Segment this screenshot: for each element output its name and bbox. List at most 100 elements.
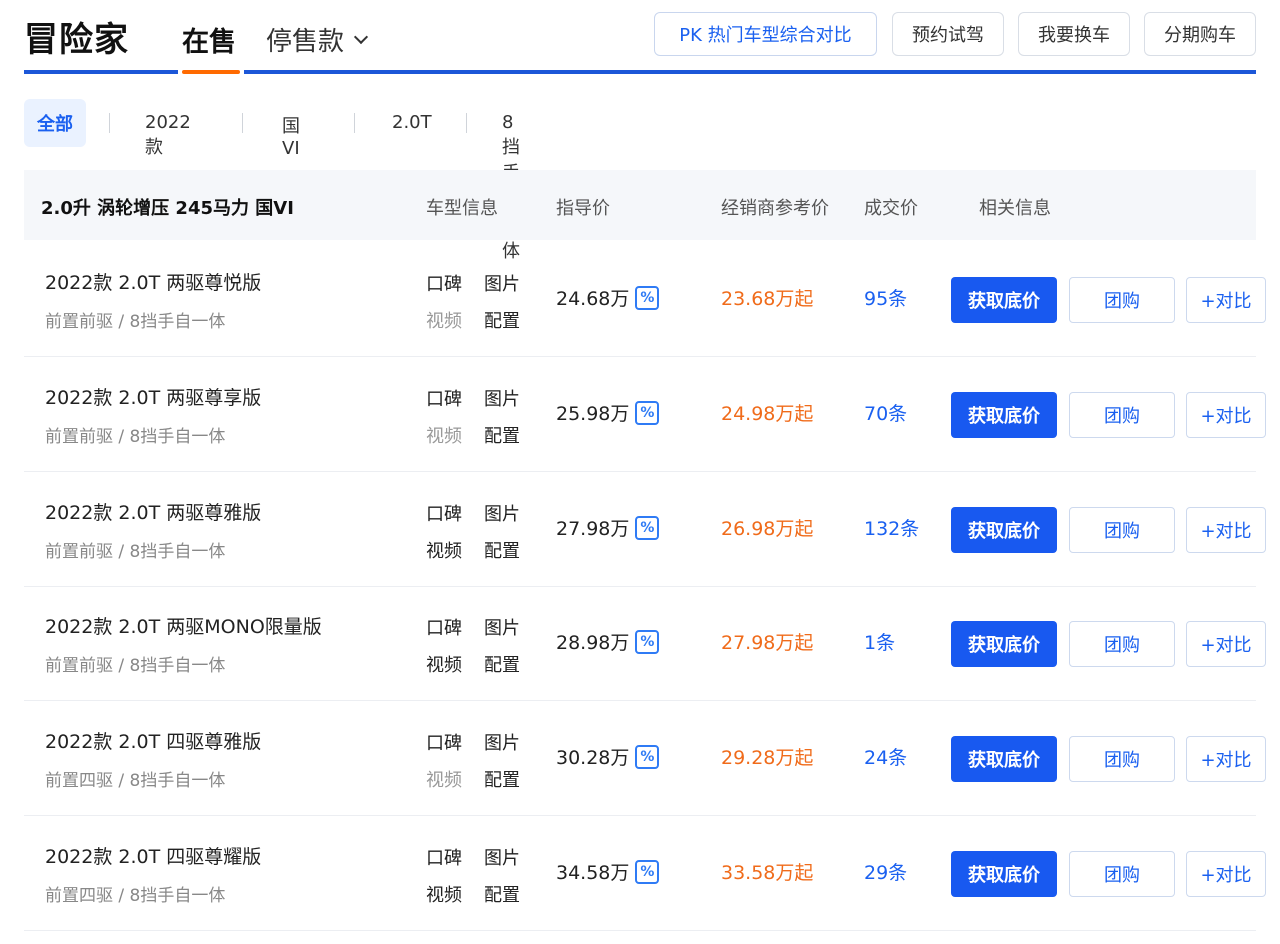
config-link[interactable]: 配置 (484, 766, 520, 792)
filter-bar: 全部 2022款 国VI 2.0T 8挡手自一体 (24, 98, 520, 262)
loan-calculator-icon[interactable]: % (635, 744, 660, 769)
add-compare-button[interactable]: +对比 (1186, 507, 1266, 553)
loan-calculator-icon[interactable]: % (635, 515, 660, 540)
col-deal-price: 成交价 (864, 198, 918, 219)
table-row: 2022款 2.0T 四驱尊雅版前置四驱 / 8挡手自一体 口碑 图片 视频 配置 30.… (24, 701, 1266, 816)
add-compare-button[interactable]: +对比 (1186, 851, 1266, 897)
filter-engine[interactable]: 2.0T (392, 112, 432, 133)
msrp-price: 24.68万% (556, 284, 660, 311)
deal-count[interactable]: 70条 (864, 399, 907, 426)
config-link[interactable]: 配置 (484, 422, 520, 448)
trim-name[interactable]: 2022款 2.0T 两驱尊悦版 (45, 268, 261, 295)
koubei-link[interactable]: 口碑 (426, 500, 462, 526)
filter-separator (242, 113, 243, 133)
video-link[interactable]: 视频 (426, 422, 462, 448)
test-drive-button[interactable]: 预约试驾 (892, 12, 1004, 56)
trim-name[interactable]: 2022款 2.0T 两驱MONO限量版 (45, 612, 322, 639)
table-header: 2.0升 涡轮增压 245马力 国VI 车型信息 指导价 经销商参考价 成交价 … (24, 170, 1256, 240)
koubei-link[interactable]: 口碑 (426, 729, 462, 755)
get-lowest-price-button[interactable]: 获取底价 (951, 507, 1057, 553)
deal-count[interactable]: 1条 (864, 628, 895, 655)
group-buy-button[interactable]: 团购 (1069, 507, 1175, 553)
trim-name[interactable]: 2022款 2.0T 两驱尊享版 (45, 383, 261, 410)
config-link[interactable]: 配置 (484, 537, 520, 563)
video-link[interactable]: 视频 (426, 766, 462, 792)
table-row: 2022款 2.0T 两驱MONO限量版前置前驱 / 8挡手自一体 口碑 图片 视频配… (24, 586, 1266, 701)
get-lowest-price-button[interactable]: 获取底价 (951, 277, 1057, 323)
koubei-link[interactable]: 口碑 (426, 614, 462, 640)
koubei-link[interactable]: 口碑 (426, 844, 462, 870)
dealer-price[interactable]: 24.98万起 (721, 399, 813, 426)
koubei-link[interactable]: 口碑 (426, 270, 462, 296)
col-dealer-price: 经销商参考价 (721, 198, 829, 219)
dealer-price[interactable]: 23.68万起 (721, 284, 813, 311)
dealer-price[interactable]: 29.28万起 (721, 743, 813, 770)
video-link[interactable]: 视频 (426, 537, 462, 563)
add-compare-button[interactable]: +对比 (1186, 277, 1266, 323)
tab-discontinued-label: 停售款 (266, 27, 345, 57)
installment-button[interactable]: 分期购车 (1144, 12, 1256, 56)
video-link[interactable]: 视频 (426, 881, 462, 907)
tab-discontinued[interactable]: 停售款 (266, 21, 369, 58)
trim-name[interactable]: 2022款 2.0T 四驱尊雅版 (45, 727, 261, 754)
loan-calculator-icon[interactable]: % (635, 400, 660, 425)
col-msrp: 指导价 (556, 198, 610, 219)
filter-separator (109, 113, 110, 133)
filter-separator (354, 113, 355, 133)
trim-name[interactable]: 2022款 2.0T 两驱尊雅版 (45, 498, 261, 525)
trade-in-button[interactable]: 我要换车 (1018, 12, 1130, 56)
loan-calculator-icon[interactable]: % (635, 859, 660, 884)
group-buy-button[interactable]: 团购 (1069, 621, 1175, 667)
pk-compare-button[interactable]: PK 热门车型综合对比 (654, 12, 877, 56)
get-lowest-price-button[interactable]: 获取底价 (951, 736, 1057, 782)
koubei-link[interactable]: 口碑 (426, 385, 462, 411)
msrp-price: 28.98万% (556, 628, 660, 655)
msrp-price: 34.58万% (556, 858, 660, 885)
dealer-price[interactable]: 33.58万起 (721, 858, 813, 885)
group-buy-button[interactable]: 团购 (1069, 277, 1175, 323)
engine-group-title: 2.0升 涡轮增压 245马力 国VI (41, 198, 294, 219)
msrp-price: 30.28万% (556, 743, 660, 770)
config-link[interactable]: 配置 (484, 881, 520, 907)
deal-count[interactable]: 95条 (864, 284, 907, 311)
deal-count[interactable]: 132条 (864, 514, 919, 541)
trim-name[interactable]: 2022款 2.0T 四驱尊耀版 (45, 842, 261, 869)
deal-count[interactable]: 24条 (864, 743, 907, 770)
dealer-price[interactable]: 26.98万起 (721, 514, 813, 541)
dealer-price[interactable]: 27.98万起 (721, 628, 813, 655)
group-buy-button[interactable]: 团购 (1069, 392, 1175, 438)
photos-link[interactable]: 图片 (484, 844, 520, 870)
group-buy-button[interactable]: 团购 (1069, 736, 1175, 782)
photos-link[interactable]: 图片 (484, 385, 520, 411)
photos-link[interactable]: 图片 (484, 729, 520, 755)
filter-emission[interactable]: 国VI (282, 112, 300, 159)
config-link[interactable]: 配置 (484, 307, 520, 333)
add-compare-button[interactable]: +对比 (1186, 392, 1266, 438)
trim-drivetrain: 前置四驱 / 8挡手自一体 (45, 771, 226, 791)
msrp-value: 25.98万 (556, 403, 630, 425)
photos-link[interactable]: 图片 (484, 270, 520, 296)
video-link[interactable]: 视频 (426, 307, 462, 333)
photos-link[interactable]: 图片 (484, 500, 520, 526)
deal-count[interactable]: 29条 (864, 858, 907, 885)
loan-calculator-icon[interactable]: % (635, 285, 660, 310)
add-compare-button[interactable]: +对比 (1186, 736, 1266, 782)
photos-link[interactable]: 图片 (484, 614, 520, 640)
trim-drivetrain: 前置前驱 / 8挡手自一体 (45, 542, 226, 562)
get-lowest-price-button[interactable]: 获取底价 (951, 621, 1057, 667)
msrp-price: 27.98万% (556, 514, 660, 541)
video-link[interactable]: 视频 (426, 651, 462, 677)
get-lowest-price-button[interactable]: 获取底价 (951, 851, 1057, 897)
config-link[interactable]: 配置 (484, 651, 520, 677)
add-compare-button[interactable]: +对比 (1186, 621, 1266, 667)
filter-all[interactable]: 全部 (24, 99, 86, 147)
msrp-value: 28.98万 (556, 632, 630, 654)
group-buy-button[interactable]: 团购 (1069, 851, 1175, 897)
msrp-value: 30.28万 (556, 747, 630, 769)
trim-drivetrain: 前置前驱 / 8挡手自一体 (45, 656, 226, 676)
loan-calculator-icon[interactable]: % (635, 629, 660, 654)
get-lowest-price-button[interactable]: 获取底价 (951, 392, 1057, 438)
filter-year[interactable]: 2022款 (145, 112, 191, 159)
tab-onsale[interactable]: 在售 (182, 20, 236, 59)
msrp-value: 27.98万 (556, 518, 630, 540)
